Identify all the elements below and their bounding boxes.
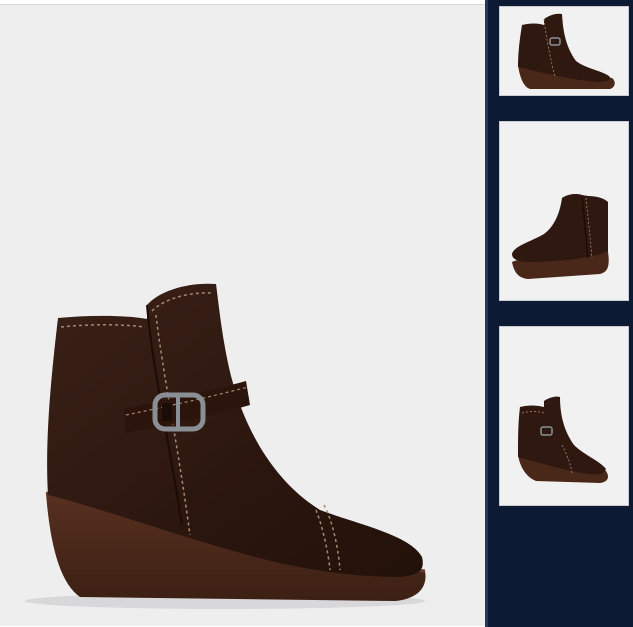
ankle-boot-icon xyxy=(25,283,426,609)
thumbnail-1[interactable] xyxy=(499,6,629,96)
thumbnail-2[interactable] xyxy=(499,121,629,301)
thumbnail-3[interactable] xyxy=(499,326,629,506)
ankle-boot-side-icon xyxy=(518,13,615,89)
thumbnail-rail xyxy=(485,0,633,627)
ankle-boot-front-icon xyxy=(518,396,608,483)
rail-divider xyxy=(485,0,488,627)
product-image-viewer xyxy=(0,0,633,627)
main-product-image[interactable] xyxy=(0,4,485,626)
ankle-boot-angle-icon xyxy=(512,194,609,279)
